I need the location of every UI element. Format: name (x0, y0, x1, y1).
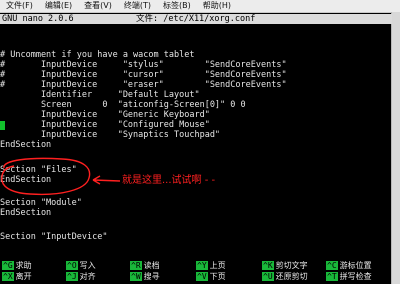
editor-line[interactable]: EndSection (0, 208, 51, 218)
annotation-text: 就是这里...试试啊 - - (122, 175, 216, 186)
shortcut-prev-page[interactable]: ^Y 上页 (196, 261, 226, 271)
editor-line[interactable]: EndSection (0, 140, 51, 150)
file-path: 文件: /etc/X11/xorg.conf (136, 14, 256, 24)
editor-line[interactable]: Section "InputDevice" (0, 232, 107, 242)
editor-line[interactable]: # InputDevice "stylus" "SendCoreEvents" (0, 60, 287, 70)
shortcut-exit[interactable]: ^X 离开 (2, 272, 32, 282)
editor-line[interactable]: InputDevice "Configured Mouse" (0, 120, 210, 130)
shortcut-help[interactable]: ^G 求助 (2, 261, 32, 271)
menu-help[interactable]: 帮助(H) (197, 0, 237, 12)
menu-tabs[interactable]: 标签(B) (157, 0, 197, 12)
shortcut-cut-text[interactable]: ^K 剪切文字 (262, 261, 308, 271)
editor-line[interactable]: # InputDevice "eraser" "SendCoreEvents" (0, 80, 287, 90)
shortcut-next-page[interactable]: ^V 下页 (196, 272, 226, 282)
menu-terminal[interactable]: 终端(T) (118, 0, 157, 12)
nano-title-bar: GNU nano 2.0.6 文件: /etc/X11/xorg.conf (0, 14, 392, 24)
editor-line-files-section[interactable]: Section "Files" (0, 165, 77, 175)
editor-line[interactable]: Section "Module" (0, 198, 82, 208)
editor-line[interactable]: EndSection (0, 175, 51, 185)
shortcut-read-file[interactable]: ^R 读档 (130, 261, 160, 271)
shortcut-justify[interactable]: ^J 对齐 (66, 272, 96, 282)
editor-line[interactable]: # InputDevice "cursor" "SendCoreEvents" (0, 70, 287, 80)
menu-file[interactable]: 文件(F) (0, 0, 39, 12)
terminal-window: 文件(F) 编辑(E) 查看(V) 终端(T) 标签(B) 帮助(H) GNU … (0, 0, 400, 284)
shortcut-spell-check[interactable]: ^T 拼写检查 (326, 272, 372, 282)
shortcut-cursor-pos[interactable]: ^C 游标位置 (326, 261, 372, 271)
editor-line[interactable]: InputDevice "Synaptics Touchpad" (0, 130, 220, 140)
menu-view[interactable]: 查看(V) (78, 0, 118, 12)
menu-edit[interactable]: 编辑(E) (39, 0, 78, 12)
nano-version: GNU nano 2.0.6 (2, 14, 74, 24)
shortcut-uncut[interactable]: ^U 还原剪切 (262, 272, 308, 282)
editor-line[interactable]: Screen 0 "aticonfig-Screen[0]" 0 0 (0, 100, 246, 110)
editor-line[interactable]: # Uncomment if you have a wacom tablet (0, 50, 194, 60)
scrollbar[interactable] (391, 12, 400, 284)
shortcut-write[interactable]: ^O 写入 (66, 261, 96, 271)
menu-bar: 文件(F) 编辑(E) 查看(V) 终端(T) 标签(B) 帮助(H) (0, 0, 400, 13)
shortcut-search[interactable]: ^W 搜寻 (130, 272, 160, 282)
editor-area[interactable]: # Uncomment if you have a wacom tablet #… (0, 50, 392, 260)
editor-line[interactable]: Identifier "Default Layout" (0, 90, 200, 100)
shortcut-bar: ^G 求助 ^O 写入 ^R 读档 ^Y 上页 ^K 剪切文字 ^C 游标位置 ^X 离开 ^… (0, 261, 392, 283)
editor-line[interactable]: InputDevice "Generic Keyboard" (0, 110, 210, 120)
